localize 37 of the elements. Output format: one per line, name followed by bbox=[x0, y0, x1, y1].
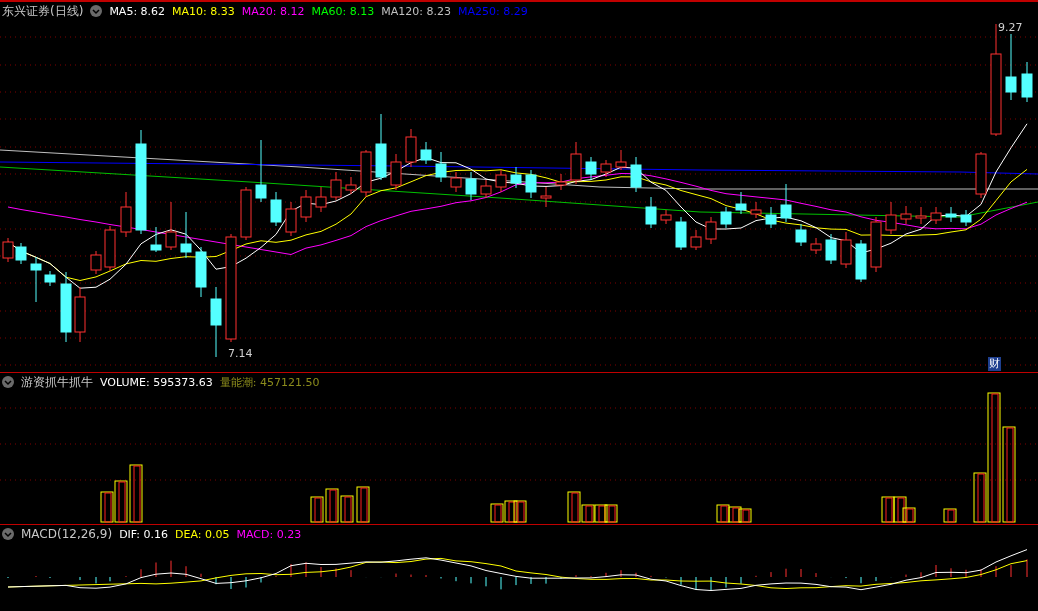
high-price-label: 9.27 bbox=[998, 21, 1023, 34]
volume-bar bbox=[738, 508, 752, 523]
dropdown-circle-icon[interactable] bbox=[90, 5, 103, 17]
indicator-legend: 量能潮: 457121.50 bbox=[219, 374, 320, 390]
low-price-label: 7.14 bbox=[228, 347, 253, 360]
volume-bar bbox=[340, 495, 354, 523]
volume-bar bbox=[716, 504, 730, 523]
indicator-legend: MA60: 8.13 bbox=[311, 4, 375, 18]
indicator-legend: DEA: 0.05 bbox=[175, 527, 230, 541]
indicator-legend: DIF: 0.16 bbox=[119, 527, 169, 541]
dropdown-circle-icon[interactable] bbox=[2, 528, 14, 540]
indicator-legend: MA120: 8.23 bbox=[381, 4, 451, 18]
volume-bar bbox=[943, 508, 957, 523]
dropdown-circle-icon[interactable] bbox=[2, 376, 14, 388]
volume-bar bbox=[100, 491, 114, 523]
indicator-title: MACD(12,26,9) bbox=[21, 527, 113, 541]
indicator-title: 游资抓牛抓牛 bbox=[21, 373, 93, 391]
indicator-legend: MA10: 8.33 bbox=[172, 4, 235, 18]
volume-bar bbox=[728, 506, 742, 523]
indicator-legend: MACD: 0.23 bbox=[236, 527, 302, 541]
finance-badge[interactable]: 财 bbox=[988, 357, 1001, 371]
indicator-legend: MA250: 8.29 bbox=[457, 4, 528, 18]
volume-bar bbox=[490, 503, 504, 523]
volume-bar bbox=[325, 488, 339, 523]
stock-title: 东兴证券(日线) bbox=[2, 2, 84, 20]
volume-bar bbox=[594, 504, 608, 523]
volume-bar bbox=[604, 504, 618, 523]
volume-bar bbox=[504, 500, 518, 523]
volume-bar bbox=[513, 500, 527, 523]
volume-bar bbox=[310, 496, 324, 523]
volume-bar bbox=[114, 480, 128, 523]
indicator-legend: MA20: 8.12 bbox=[241, 4, 305, 18]
volume-bar bbox=[356, 486, 370, 523]
indicator-legend: MA5: 8.62 bbox=[109, 4, 166, 18]
volume-bar bbox=[129, 464, 143, 523]
volume-bar bbox=[881, 496, 895, 523]
indicator-legend: VOLUME: 595373.63 bbox=[100, 375, 213, 389]
